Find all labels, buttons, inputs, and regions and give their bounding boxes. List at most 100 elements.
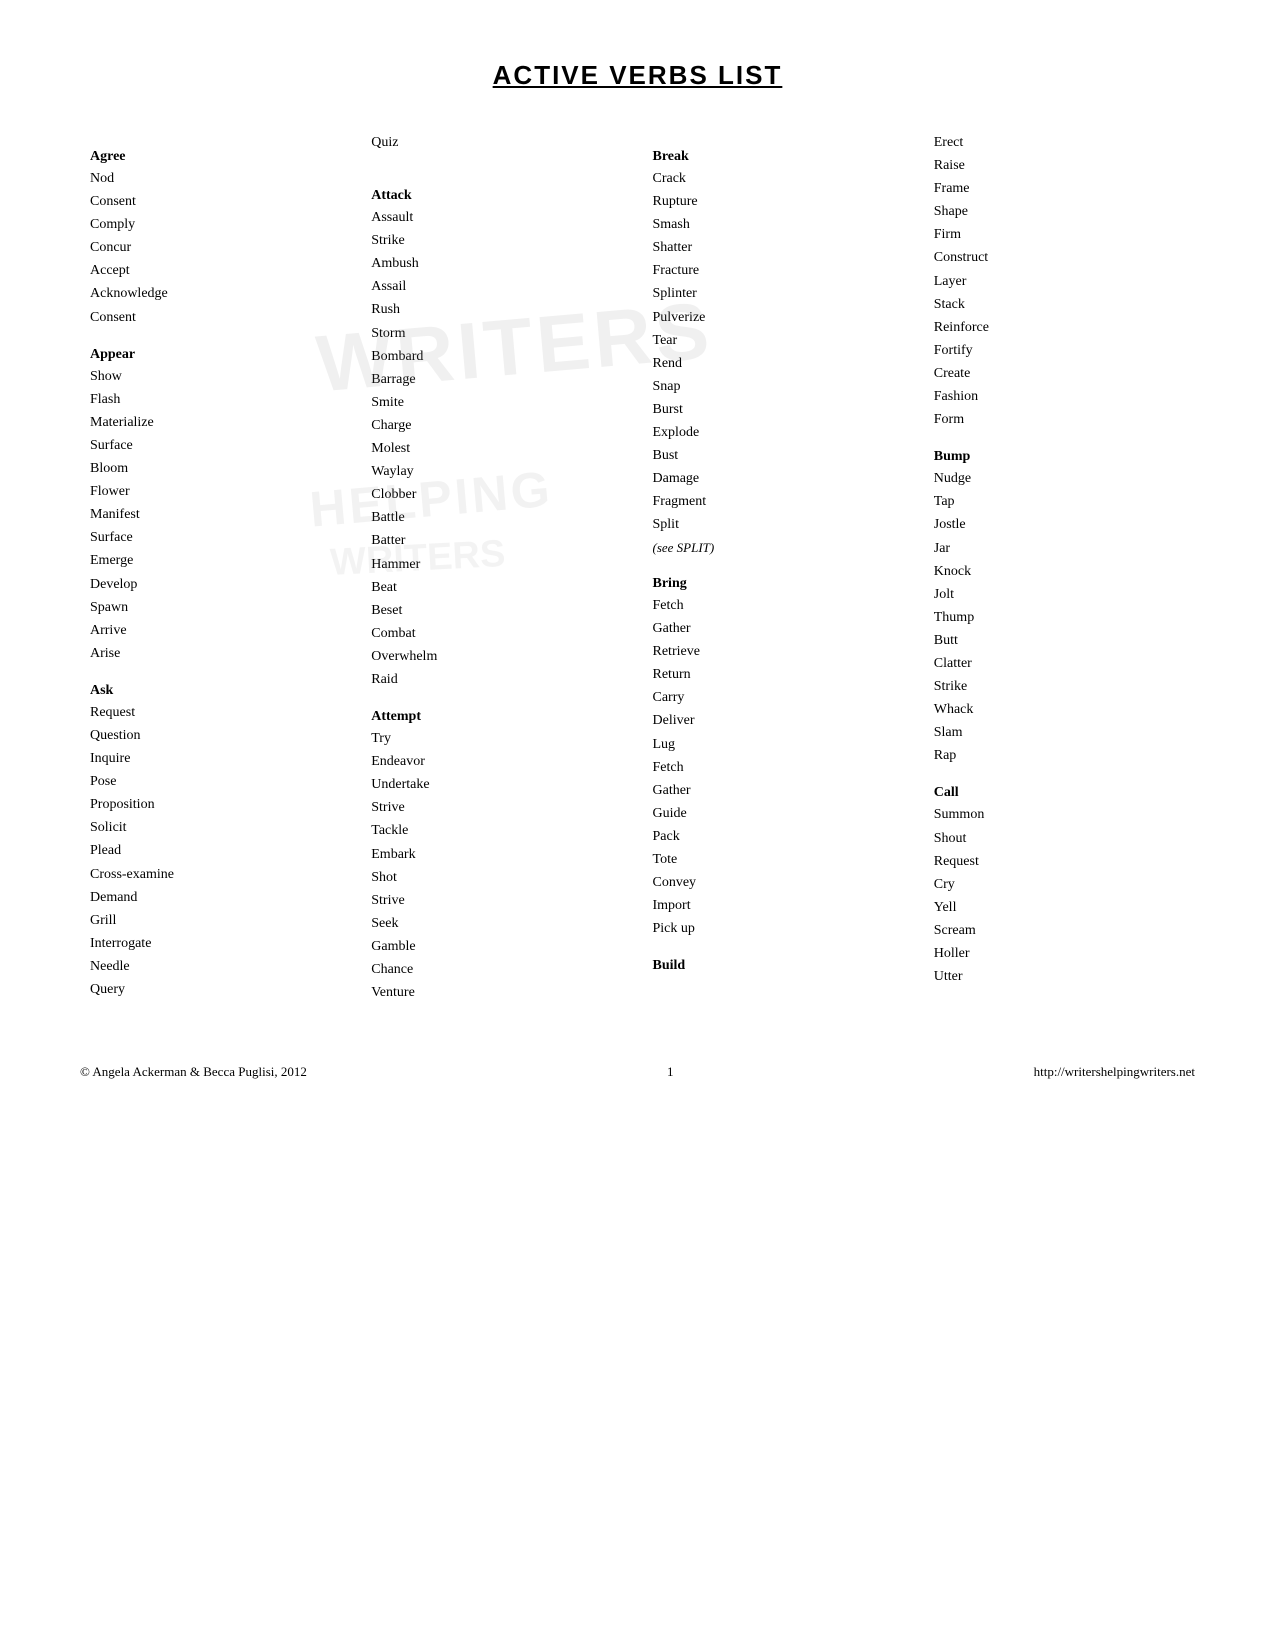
list-item: Arise [90, 642, 341, 665]
list-item: Guide [653, 802, 904, 825]
list-item: Tote [653, 848, 904, 871]
page-title: ACTIVE VERBS LIST [80, 60, 1195, 91]
list-item: Strike [934, 675, 1185, 698]
list-item: Spawn [90, 596, 341, 619]
list-item: Shatter [653, 236, 904, 259]
list-item: Batter [371, 529, 622, 552]
list-item: Import [653, 894, 904, 917]
list-item: Fetch [653, 594, 904, 617]
list-item: Quiz [371, 131, 622, 154]
list-item: Rush [371, 298, 622, 321]
list-item: Strive [371, 796, 622, 819]
list-item: Battle [371, 506, 622, 529]
list-item: Pack [653, 825, 904, 848]
list-item: Combat [371, 622, 622, 645]
list-item: Raid [371, 668, 622, 691]
list-item: Arrive [90, 619, 341, 642]
header-ask: Ask [90, 683, 341, 699]
list-item: Inquire [90, 747, 341, 770]
list-item: Accept [90, 259, 341, 282]
list-item: Flash [90, 388, 341, 411]
list-item: Fashion [934, 385, 1185, 408]
list-item: Strive [371, 889, 622, 912]
list-item: Bombard [371, 345, 622, 368]
list-item: Cross-examine [90, 863, 341, 886]
list-item: Venture [371, 981, 622, 1004]
header-build: Build [653, 958, 904, 974]
list-item: Needle [90, 955, 341, 978]
column-3: Break Crack Rupture Smash Shatter Fractu… [643, 131, 914, 976]
list-item: Nudge [934, 467, 1185, 490]
list-item: Raise [934, 154, 1185, 177]
list-item: Interrogate [90, 932, 341, 955]
list-item: Jar [934, 537, 1185, 560]
list-item: Gamble [371, 935, 622, 958]
header-appear: Appear [90, 347, 341, 363]
list-item: Hammer [371, 553, 622, 576]
column-1: Agree Nod Consent Comply Concur Accept A… [80, 131, 351, 1001]
list-item: Beset [371, 599, 622, 622]
header-call: Call [934, 785, 1185, 801]
list-item: Holler [934, 942, 1185, 965]
list-item: Rupture [653, 190, 904, 213]
list-item: Carry [653, 686, 904, 709]
list-item: Strike [371, 229, 622, 252]
list-item: Assail [371, 275, 622, 298]
list-item: Fetch [653, 756, 904, 779]
list-item: Splinter [653, 282, 904, 305]
list-item: Request [90, 701, 341, 724]
list-item: Thump [934, 606, 1185, 629]
list-item: Damage [653, 467, 904, 490]
header-bump: Bump [934, 449, 1185, 465]
list-item: Plead [90, 839, 341, 862]
list-item: Stack [934, 293, 1185, 316]
list-item: Waylay [371, 460, 622, 483]
list-item: Reinforce [934, 316, 1185, 339]
list-item: Request [934, 850, 1185, 873]
list-item: Gather [653, 617, 904, 640]
list-item: Solicit [90, 816, 341, 839]
list-item: Nod [90, 167, 341, 190]
list-item: Butt [934, 629, 1185, 652]
column-4: Erect Raise Frame Shape Firm Construct L… [924, 131, 1195, 988]
header-bring: Bring [653, 576, 904, 592]
list-item: Chance [371, 958, 622, 981]
list-item: Materialize [90, 411, 341, 434]
list-item: Lug [653, 733, 904, 756]
list-item: Create [934, 362, 1185, 385]
column-2: WRITERS HELPING WRITERS Quiz Attack Assa… [361, 131, 632, 1004]
list-item: Layer [934, 270, 1185, 293]
list-item: Smash [653, 213, 904, 236]
footer-page-number: 1 [667, 1064, 674, 1080]
list-item: Undertake [371, 773, 622, 796]
list-item: Acknowledge [90, 282, 341, 305]
list-item: Barrage [371, 368, 622, 391]
list-item: Embark [371, 843, 622, 866]
list-item: Yell [934, 896, 1185, 919]
columns-container: Agree Nod Consent Comply Concur Accept A… [80, 131, 1195, 1004]
list-item: Pose [90, 770, 341, 793]
list-item: Show [90, 365, 341, 388]
list-item: Shape [934, 200, 1185, 223]
list-item: Comply [90, 213, 341, 236]
list-item: Manifest [90, 503, 341, 526]
list-item: Consent [90, 306, 341, 329]
list-item: Convey [653, 871, 904, 894]
list-item: Burst [653, 398, 904, 421]
header-attack: Attack [371, 188, 622, 204]
list-item: Proposition [90, 793, 341, 816]
list-item: Pick up [653, 917, 904, 940]
list-item: Storm [371, 322, 622, 345]
list-item: Endeavor [371, 750, 622, 773]
list-item: Cry [934, 873, 1185, 896]
list-item: Deliver [653, 709, 904, 732]
list-item: Jostle [934, 513, 1185, 536]
list-item: Pulverize [653, 306, 904, 329]
list-item: Snap [653, 375, 904, 398]
list-item: Grill [90, 909, 341, 932]
footer-url: http://writershelpingwriters.net [1034, 1064, 1195, 1080]
list-item: Surface [90, 526, 341, 549]
list-item: Tackle [371, 819, 622, 842]
list-item: Develop [90, 573, 341, 596]
list-item: Bloom [90, 457, 341, 480]
